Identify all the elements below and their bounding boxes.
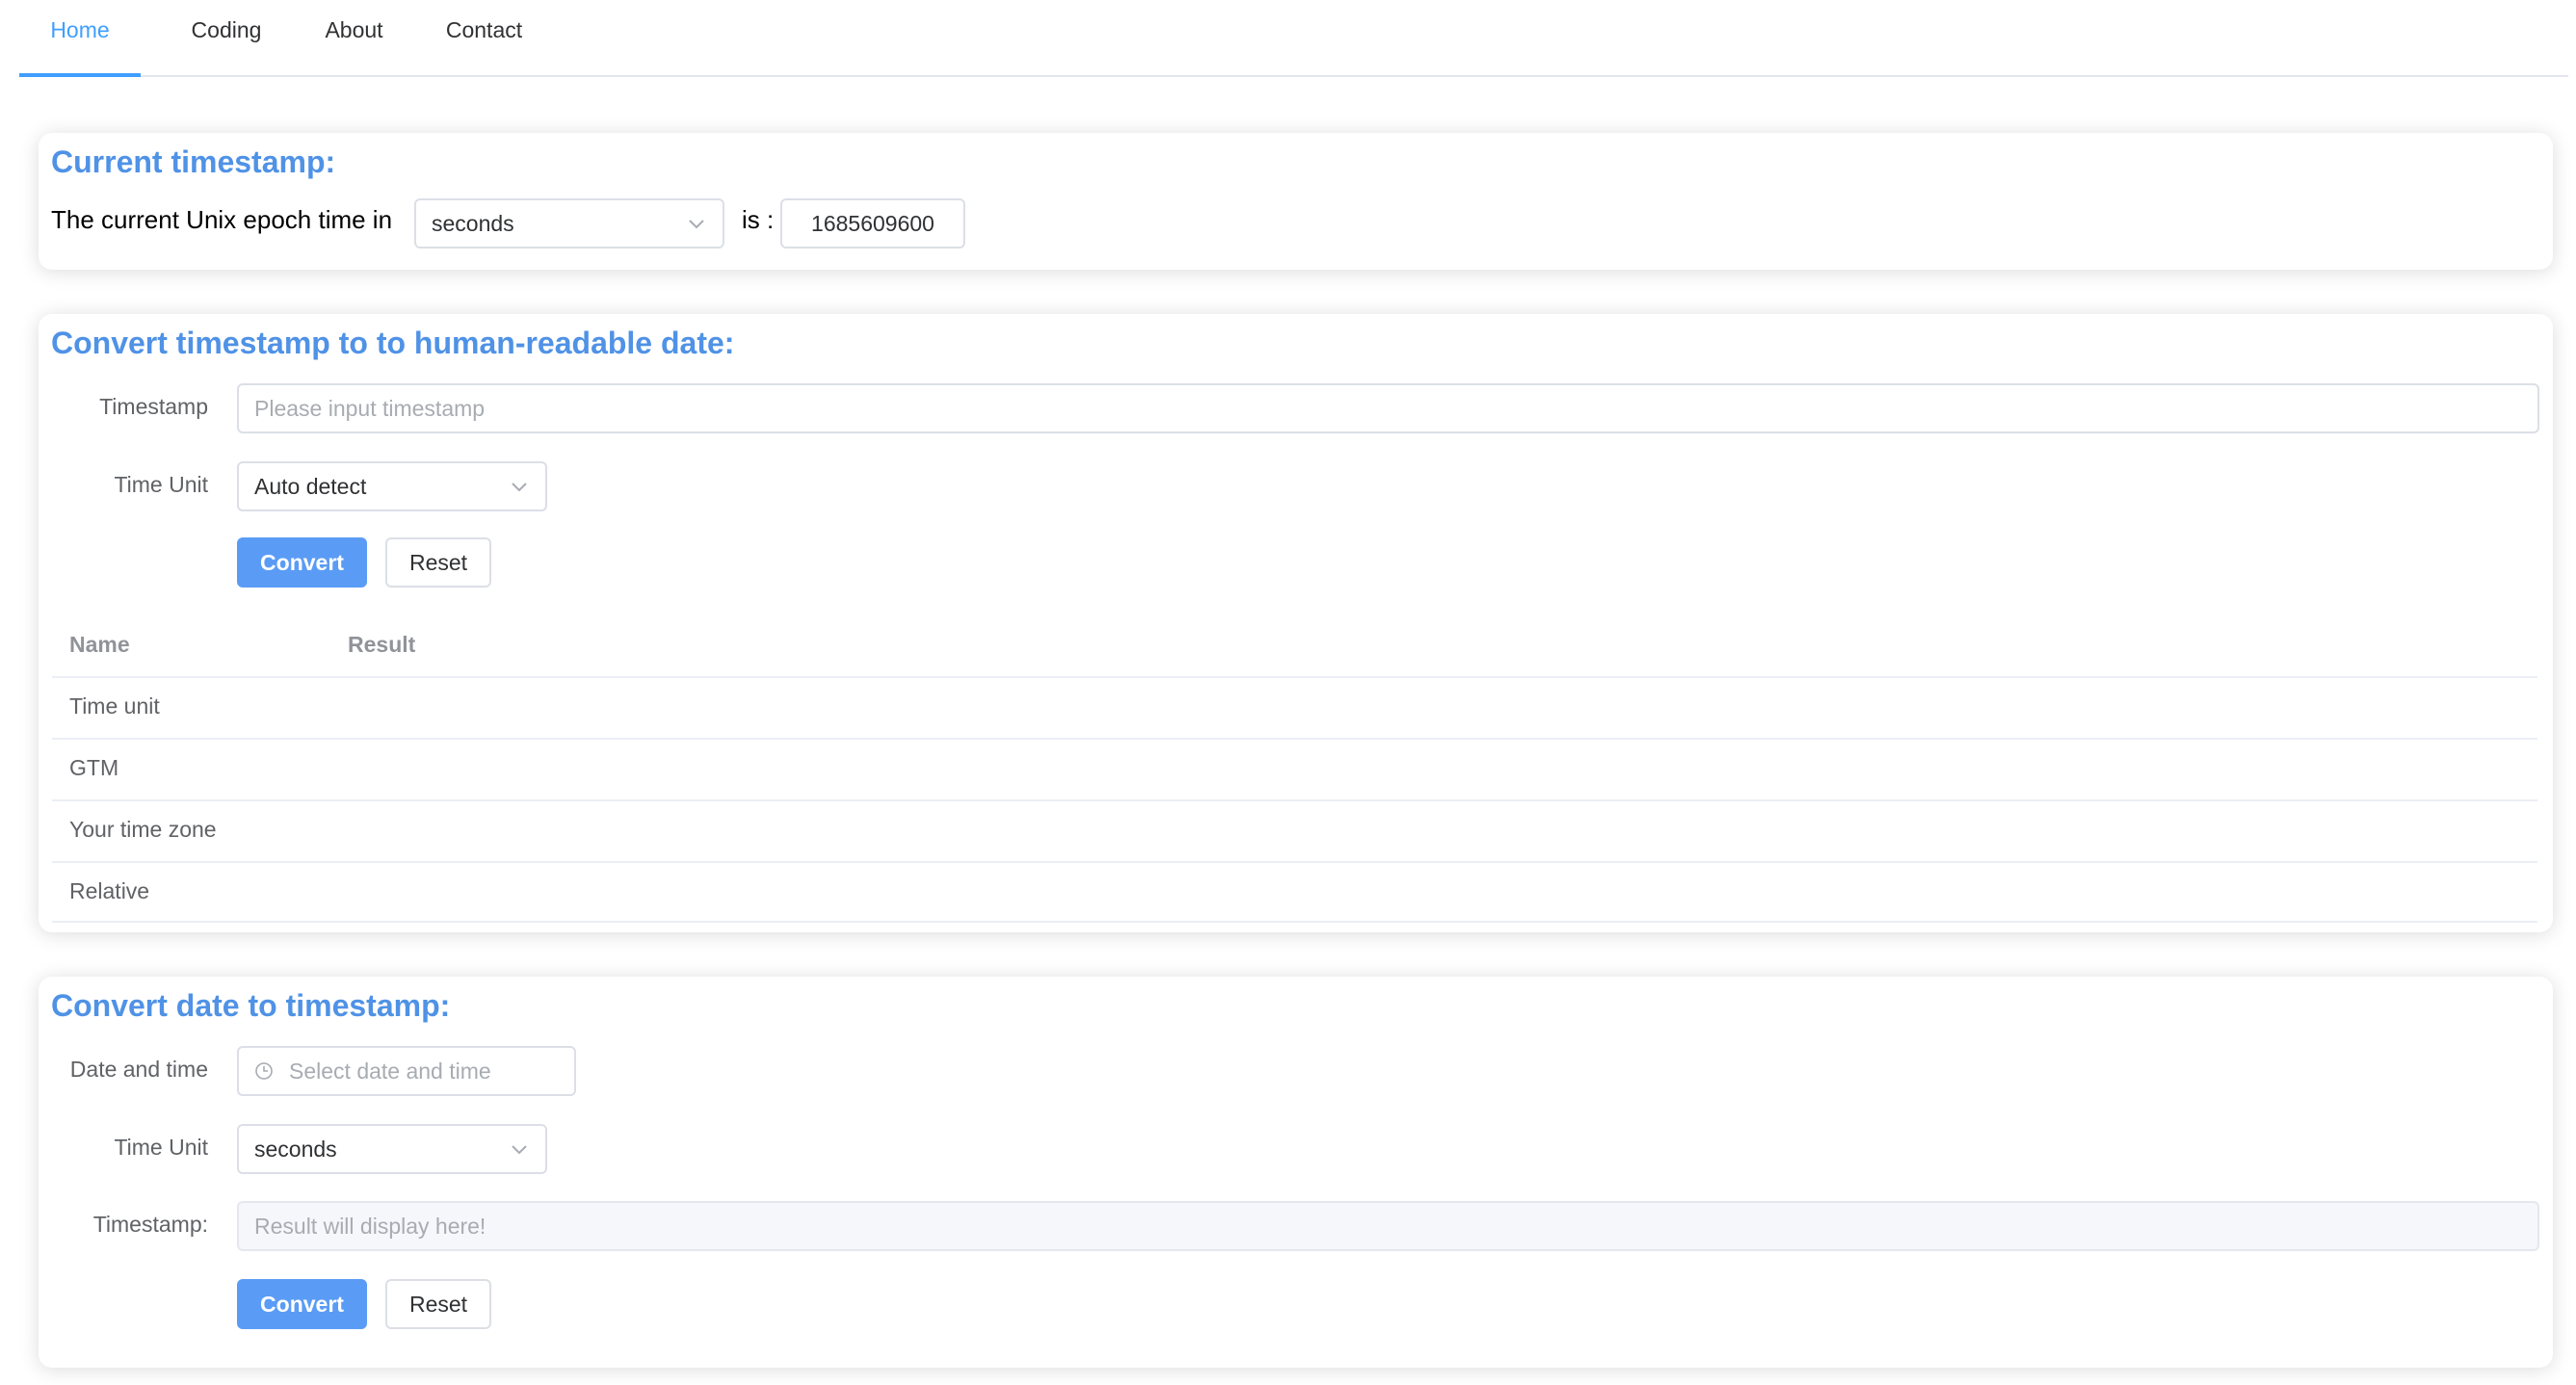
chevron-down-icon — [512, 483, 527, 492]
nav-contact[interactable]: Contact — [419, 0, 549, 75]
time-unit-value: Auto detect — [254, 474, 367, 499]
current-unit-select[interactable]: seconds — [414, 198, 724, 248]
table-row: Time unit — [69, 693, 160, 719]
table-row: Your time zone — [69, 817, 217, 842]
timestamp-placeholder: Please input timestamp — [254, 396, 486, 421]
table-divider — [52, 921, 2537, 923]
table-header-name: Name — [69, 632, 130, 657]
current-timestamp-value: 1685609600 — [780, 198, 965, 248]
timestamp-label: Timestamp — [99, 394, 208, 419]
reset-button[interactable]: Reset — [385, 537, 491, 588]
chevron-down-icon — [689, 220, 704, 229]
table-row: GTM — [69, 755, 119, 780]
nav-home[interactable]: Home — [19, 0, 141, 77]
table-divider — [52, 861, 2537, 863]
table-divider — [52, 738, 2537, 740]
current-prefix-text: The current Unix epoch time in — [51, 205, 393, 234]
chevron-down-icon — [512, 1145, 527, 1155]
date-time-label: Date and time — [69, 1057, 208, 1082]
date-time-picker[interactable]: Select date and time — [237, 1046, 576, 1096]
card-title: Convert timestamp to to human-readable d… — [51, 326, 735, 360]
top-nav: Home Coding About Contact — [19, 0, 2568, 77]
date-to-timestamp-card: Convert date to timestamp: Date and time… — [39, 977, 2553, 1368]
convert-button[interactable]: Convert — [237, 537, 367, 588]
current-timestamp-card: Current timestamp: The current Unix epoc… — [39, 133, 2553, 270]
nav-coding[interactable]: Coding — [164, 0, 289, 75]
result-timestamp-label: Timestamp: — [92, 1212, 208, 1237]
time-unit-label: Time Unit — [114, 1135, 208, 1160]
timestamp-to-date-card: Convert timestamp to to human-readable d… — [39, 314, 2553, 932]
result-timestamp-output: Result will display here! — [237, 1201, 2539, 1251]
current-unit-value: seconds — [432, 211, 514, 236]
time-unit-select[interactable]: Auto detect — [237, 461, 547, 511]
card-title: Current timestamp: — [51, 144, 336, 179]
date-time-placeholder: Select date and time — [289, 1058, 491, 1084]
time-unit-value: seconds — [254, 1137, 337, 1162]
time-unit-label: Time Unit — [114, 472, 208, 497]
table-header-result: Result — [348, 632, 416, 657]
clock-icon — [255, 1062, 273, 1080]
time-unit-select[interactable]: seconds — [237, 1124, 547, 1174]
card-title: Convert date to timestamp: — [51, 988, 451, 1023]
result-table: Name Result Time unit GTM Your time zone… — [52, 603, 2537, 923]
table-divider — [52, 799, 2537, 801]
is-label: is : — [742, 205, 775, 234]
convert-button[interactable]: Convert — [237, 1279, 367, 1329]
table-divider — [52, 676, 2537, 678]
reset-button[interactable]: Reset — [385, 1279, 491, 1329]
nav-about[interactable]: About — [299, 0, 409, 75]
table-row: Relative — [69, 878, 150, 903]
result-placeholder: Result will display here! — [254, 1214, 486, 1239]
timestamp-input[interactable]: Please input timestamp — [237, 383, 2539, 433]
